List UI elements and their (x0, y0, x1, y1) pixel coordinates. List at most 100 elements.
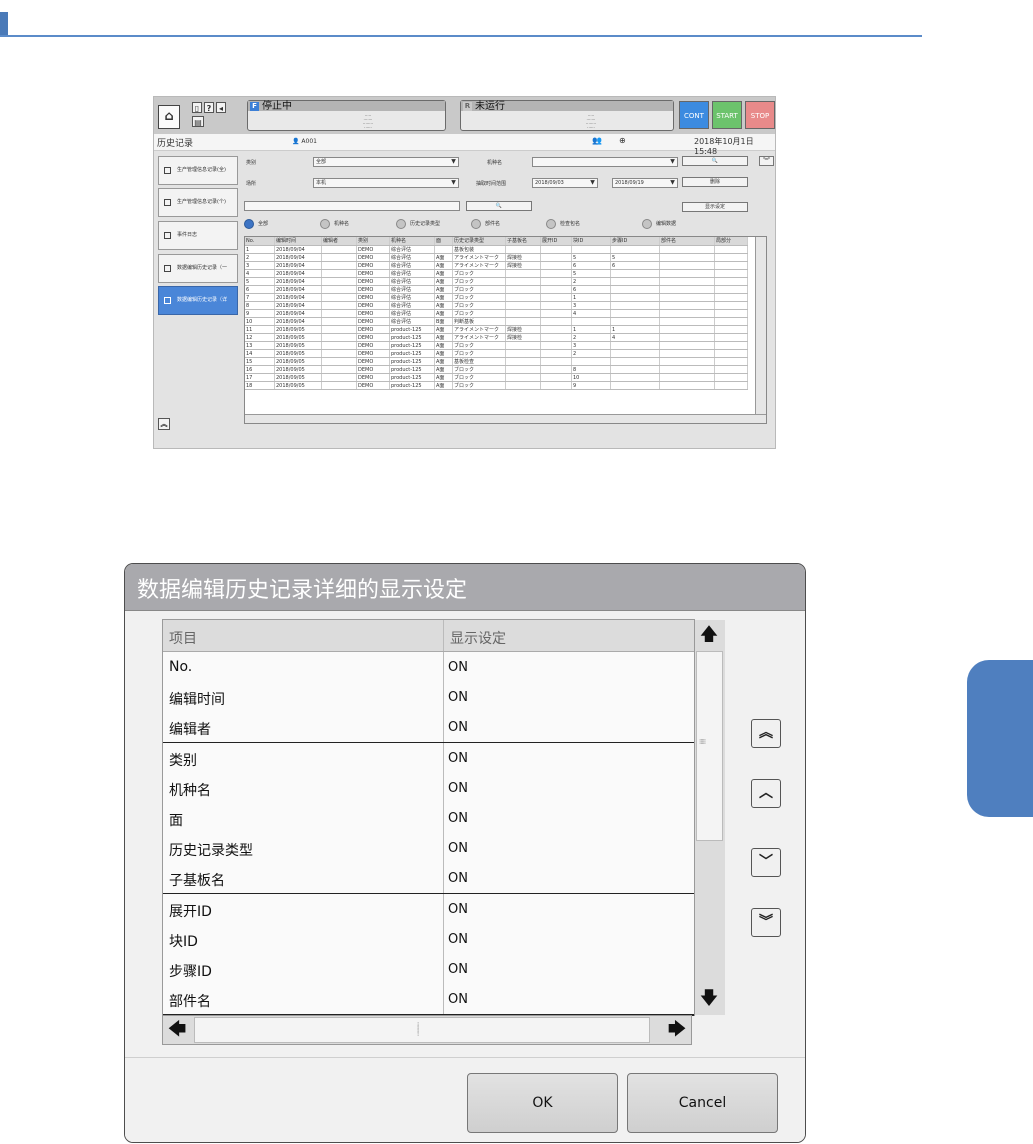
ok-button[interactable]: OK (467, 1073, 618, 1133)
panel-icon[interactable]: ▤ (192, 116, 204, 127)
table-column-header[interactable]: 机种名 (389, 237, 435, 246)
mute-icon[interactable]: ◂ (216, 102, 226, 113)
place-select[interactable]: 本机 ▼ (313, 178, 459, 188)
nav-production-single[interactable]: 生产管理信息记录(个) (158, 188, 238, 217)
help-icon[interactable]: ? (204, 102, 214, 113)
table-column-header[interactable]: 块ID (571, 237, 611, 246)
table-row[interactable]: 8 2018/09/04 DEMO 综合评估 A面 ブロック 3 (245, 301, 748, 310)
setting-value[interactable]: ON (448, 720, 468, 735)
nav-collapse-icon[interactable]: ︽ (158, 418, 170, 430)
nav-edit-history-detail[interactable]: 数据编辑历史记录（详 (158, 286, 238, 315)
home-icon[interactable]: ⌂ (158, 105, 180, 129)
setting-value[interactable]: ON (448, 962, 468, 977)
table-row[interactable]: 2 2018/09/04 DEMO 综合评估 A面 アライメントマーク 焊接检 5 5 (245, 253, 748, 262)
setting-row[interactable]: 子基板名 ON (163, 863, 694, 896)
table-column-header[interactable]: 类别 (356, 237, 390, 246)
table-column-header[interactable]: 历史记录类型 (452, 237, 506, 246)
stop-button[interactable]: STOP (745, 101, 775, 129)
table-row[interactable]: 13 2018/09/05 DEMO product-125 A面 ブロック 3 (245, 341, 748, 350)
setting-row[interactable]: 历史记录类型 ON (163, 833, 694, 866)
nav-event-log[interactable]: 事件日志 (158, 221, 238, 250)
table-column-header[interactable]: 部件名 (659, 237, 715, 246)
table-row[interactable]: 4 2018/09/04 DEMO 综合评估 A面 ブロック 5 (245, 269, 748, 278)
start-button[interactable]: START (712, 101, 742, 129)
table-row[interactable]: 1 2018/09/04 DEMO 综合评估 基板包装 (245, 245, 748, 254)
setting-row[interactable]: 部件名 ON (163, 984, 694, 1017)
table-row[interactable]: 9 2018/09/04 DEMO 综合评估 A面 ブロック 4 (245, 309, 748, 318)
table-row[interactable]: 16 2018/09/05 DEMO product-125 A面 ブロック 8 (245, 365, 748, 374)
table-row[interactable]: 7 2018/09/04 DEMO 综合评估 A面 ブロック 1 (245, 293, 748, 302)
setting-row[interactable]: No. ON (163, 652, 694, 684)
table-row[interactable]: 17 2018/09/05 DEMO product-125 A面 ブロック 10 (245, 373, 748, 382)
table-row[interactable]: 14 2018/09/05 DEMO product-125 A面 ブロック 2 (245, 349, 748, 358)
radio-check-package[interactable]: 检查包名 (546, 219, 580, 229)
table-row[interactable]: 11 2018/09/05 DEMO product-125 A面 アライメントマーク 焊接… (245, 325, 748, 334)
table-column-header[interactable]: No. (245, 237, 275, 246)
arrow-up-icon[interactable]: 🡅 (695, 620, 723, 650)
book-icon[interactable]: ▯ (192, 102, 202, 113)
grid-horizontal-scrollbar[interactable]: 🡄 ⁞ ⁞ ⁞ ⁞ 🡆 (162, 1015, 692, 1045)
table-row[interactable]: 6 2018/09/04 DEMO 综合评估 A面 ブロック 6 (245, 285, 748, 294)
table-row[interactable]: 10 2018/09/04 DEMO 综合评估 B面 判断基板 (245, 317, 748, 326)
arrow-down-icon[interactable]: 🡇 (695, 984, 723, 1014)
keyword-input[interactable] (244, 201, 460, 211)
setting-value[interactable]: ON (448, 751, 468, 766)
setting-row[interactable]: 块ID ON (163, 923, 694, 956)
setting-value[interactable]: ON (448, 932, 468, 947)
table-row[interactable]: 18 2018/09/05 DEMO product-125 A面 ブロック 9 (245, 381, 748, 390)
hscroll-thumb[interactable]: ⁞ ⁞ ⁞ ⁞ (194, 1017, 650, 1043)
setting-row[interactable]: 展开ID ON (163, 893, 694, 926)
radio-edit-data[interactable]: 编辑数据 (642, 219, 676, 229)
table-column-header[interactable]: 面 (434, 237, 453, 246)
setting-row[interactable]: 编辑者 ON (163, 712, 694, 745)
arrow-left-icon[interactable]: 🡄 (163, 1015, 191, 1045)
setting-value[interactable]: ON (448, 841, 468, 856)
setting-value[interactable]: ON (448, 992, 468, 1007)
table-column-header[interactable]: 子基板名 (505, 237, 541, 246)
date-to-select[interactable]: 2018/09/19 ▼ (612, 178, 678, 188)
arrow-right-icon[interactable]: 🡆 (663, 1015, 691, 1045)
table-row[interactable]: 3 2018/09/04 DEMO 综合评估 A面 アライメントマーク 焊接检 6 6 (245, 261, 748, 270)
page-down-icon[interactable]: ﹀ (751, 848, 781, 877)
setting-row[interactable]: 类别 ON (163, 742, 694, 775)
model-select[interactable]: ▼ (532, 157, 678, 167)
cont-button[interactable]: CONT (679, 101, 709, 129)
date-from-select[interactable]: 2018/09/03 ▼ (532, 178, 598, 188)
setting-row[interactable]: 机种名 ON (163, 772, 694, 805)
table-column-header[interactable]: 展开ID (540, 237, 572, 246)
radio-all[interactable]: 全部 (244, 219, 268, 229)
scroll-thumb[interactable]: ⁞⁞⁞⁞⁞ (696, 651, 723, 841)
setting-row[interactable]: 步骤ID ON (163, 954, 694, 986)
page-up-icon[interactable]: ︿ (751, 779, 781, 808)
table-row[interactable]: 5 2018/09/04 DEMO 综合评估 A面 ブロック 2 (245, 277, 748, 286)
setting-value[interactable]: ON (448, 660, 468, 675)
table-column-header[interactable]: 编辑时间 (274, 237, 322, 246)
display-settings-button[interactable]: 显示设定 (682, 202, 748, 212)
radio-part[interactable]: 部件名 (471, 219, 500, 229)
page-top-icon[interactable]: ︽ (751, 719, 781, 748)
table-column-header[interactable]: 局部分 (714, 237, 748, 246)
radio-history-type[interactable]: 历史记录类型 (396, 219, 440, 229)
table-column-header[interactable]: 步骤ID (610, 237, 660, 246)
page-bottom-icon[interactable]: ︾ (751, 908, 781, 937)
table-vertical-scrollbar[interactable] (755, 237, 766, 423)
setting-row[interactable]: 面 ON (163, 803, 694, 835)
setting-value[interactable]: ON (448, 902, 468, 917)
setting-value[interactable]: ON (448, 690, 468, 705)
cancel-button[interactable]: Cancel (627, 1073, 778, 1133)
grid-vertical-scrollbar[interactable]: 🡅 ⁞⁞⁞⁞⁞ 🡇 (694, 620, 725, 1015)
delete-button[interactable]: 删除 (682, 177, 748, 187)
category-select[interactable]: 全部 ▼ (313, 157, 459, 167)
search-button[interactable]: 🔍 (682, 156, 748, 166)
network-icon[interactable]: ⊕ (619, 136, 626, 145)
setting-row[interactable]: 编辑时间 ON (163, 682, 694, 715)
table-row[interactable]: 12 2018/09/05 DEMO product-125 A面 アライメントマーク 焊接… (245, 333, 748, 342)
setting-value[interactable]: ON (448, 871, 468, 886)
table-horizontal-scrollbar[interactable] (245, 414, 766, 423)
expand-filters-icon[interactable]: ︾ (759, 156, 774, 166)
nav-edit-history-summary[interactable]: 数据编辑历史记录（一 (158, 254, 238, 283)
setting-value[interactable]: ON (448, 781, 468, 796)
table-column-header[interactable]: 编辑者 (321, 237, 357, 246)
setting-value[interactable]: ON (448, 811, 468, 826)
nav-production-all[interactable]: 生产管理信息记录(全) (158, 156, 238, 185)
